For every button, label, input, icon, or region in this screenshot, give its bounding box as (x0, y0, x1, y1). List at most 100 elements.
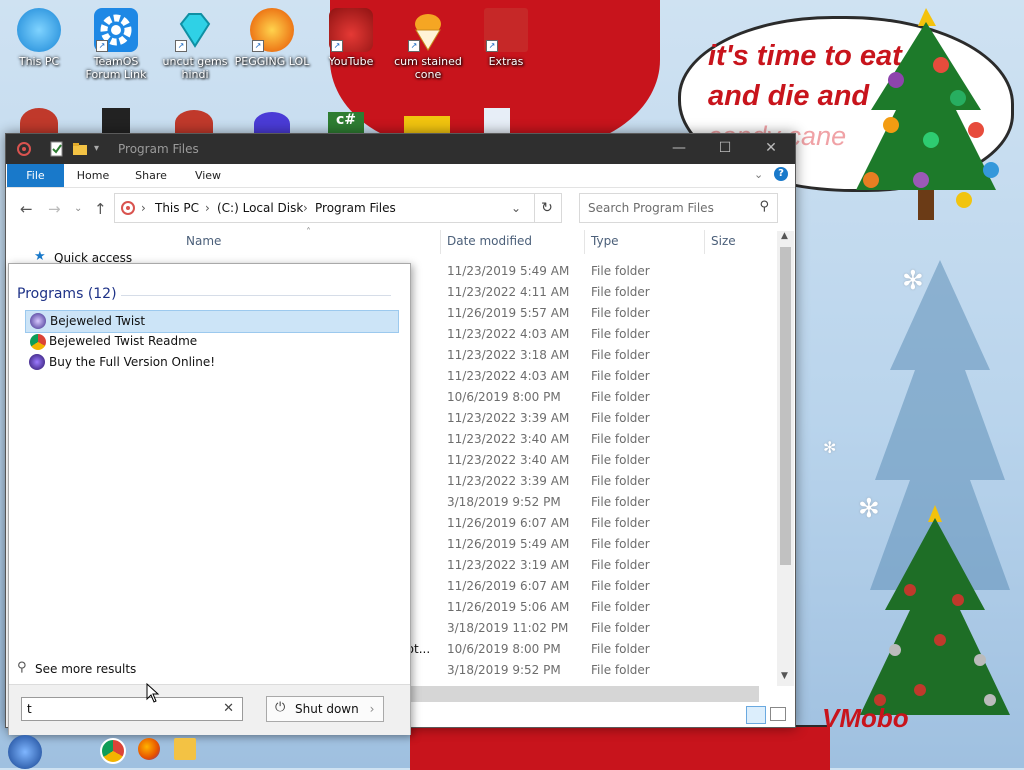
up-arrow-icon[interactable]: ↑ (94, 200, 107, 218)
shut-down-options-button[interactable]: › (361, 696, 384, 722)
row-date: 11/23/2022 3:39 AM (447, 474, 570, 488)
row-type: File folder (591, 306, 650, 320)
program-item-label: Bejeweled Twist (50, 314, 146, 328)
address-bar[interactable]: › This PC › (C:) Local Disk › Program Fi… (114, 193, 535, 223)
desktop-icon-youtube[interactable]: ↗ YouTube (312, 8, 390, 68)
scroll-down-arrow-icon[interactable]: ▼ (781, 671, 788, 681)
red-box-icon: ↗ (484, 8, 528, 52)
row-date: 3/18/2019 9:52 PM (447, 663, 561, 677)
title-bar[interactable]: ▾ Program Files — ☐ ✕ (6, 134, 795, 164)
address-dropdown-icon[interactable]: ⌄ (511, 201, 521, 215)
app-icon (16, 141, 32, 157)
minimize-button[interactable]: — (656, 134, 702, 164)
desktop-icon-partial[interactable] (102, 108, 130, 136)
breadcrumb-separator: › (205, 201, 210, 215)
breadcrumb-separator: › (303, 201, 308, 215)
desktop-icon-partial[interactable] (484, 108, 510, 136)
expand-ribbon-icon[interactable]: ⌄ (754, 168, 763, 181)
row-type: File folder (591, 432, 650, 446)
row-date: 3/18/2019 9:52 PM (447, 495, 561, 509)
wallpaper-corner-text: VMobo (822, 703, 909, 733)
tab-file[interactable]: File (7, 164, 64, 187)
start-orb-icon[interactable] (8, 735, 42, 769)
column-header-type[interactable]: Type (591, 234, 619, 248)
column-separator[interactable] (440, 230, 441, 254)
customize-toolbar-icon[interactable]: ▾ (94, 143, 110, 159)
shut-down-label: Shut down (295, 702, 359, 716)
start-search-input[interactable]: t ✕ (21, 697, 243, 721)
see-more-results-link[interactable]: See more results (35, 662, 136, 676)
window-title: Program Files (118, 142, 199, 156)
desktop-icon-label: uncut gems hindi (162, 55, 228, 81)
large-icons-view-icon[interactable] (770, 707, 786, 721)
properties-icon[interactable] (49, 141, 65, 157)
forward-arrow-icon[interactable]: → (48, 200, 61, 218)
search-box[interactable]: Search Program Files ⚲ (579, 193, 778, 223)
close-button[interactable]: ✕ (748, 134, 794, 164)
search-results: Programs (12) Bejeweled Twist Bejeweled … (9, 264, 410, 684)
row-type: File folder (591, 474, 650, 488)
help-icon[interactable]: ? (774, 167, 788, 181)
tab-home[interactable]: Home (72, 164, 114, 187)
desktop-icon-teamos[interactable]: ↗ TeamOS Forum Link (77, 8, 155, 81)
maximize-button[interactable]: ☐ (702, 134, 748, 164)
ribbon-tabs: File Home Share View ⌄ ? (6, 164, 795, 188)
firefox-icon[interactable] (138, 738, 160, 760)
search-placeholder: Search Program Files (588, 201, 714, 215)
desktop-icon-this-pc[interactable]: This PC (0, 8, 78, 68)
scrollbar-thumb[interactable] (780, 247, 791, 565)
desktop-icon-extras[interactable]: ↗ Extras (467, 8, 545, 68)
row-date: 11/23/2019 5:49 AM (447, 264, 570, 278)
row-type: File folder (591, 642, 650, 656)
chrome-icon[interactable] (100, 738, 126, 764)
tab-view[interactable]: View (188, 164, 228, 187)
refresh-button[interactable]: ↻ (533, 193, 562, 223)
breadcrumb-this-pc[interactable]: This PC (155, 201, 199, 215)
scroll-up-arrow-icon[interactable]: ▲ (781, 231, 788, 241)
shut-down-button[interactable]: ⏻ Shut down (266, 696, 363, 722)
sort-ascending-icon: ˄ (306, 227, 311, 238)
program-item-bejeweled-twist[interactable]: Bejeweled Twist (25, 310, 399, 333)
breadcrumb-local-disk[interactable]: (C:) Local Disk (217, 201, 303, 215)
desktop-icon-cum-stained-cone[interactable]: ↗ cum stained cone (389, 8, 467, 81)
details-view-icon[interactable] (746, 706, 766, 724)
row-type: File folder (591, 264, 650, 278)
monitor-icon (17, 8, 61, 52)
vertical-scrollbar[interactable]: ▲ ▼ (777, 231, 794, 686)
row-type: File folder (591, 390, 650, 404)
tab-share[interactable]: Share (130, 164, 172, 187)
program-item-bejeweled-readme[interactable]: Bejeweled Twist Readme (25, 331, 397, 352)
angry-bird-icon: ↗ (329, 8, 373, 52)
row-date: 11/26/2019 5:06 AM (447, 600, 570, 614)
search-query-text: t (27, 702, 32, 716)
program-item-buy-full-version[interactable]: Buy the Full Version Online! (25, 352, 397, 373)
row-date: 11/23/2022 3:40 AM (447, 453, 570, 467)
desktop-icon-label: This PC (18, 55, 60, 68)
horizontal-scrollbar[interactable] (411, 686, 759, 702)
column-header-date[interactable]: Date modified (447, 234, 532, 248)
row-type: File folder (591, 327, 650, 341)
back-arrow-icon[interactable]: ← (20, 200, 33, 218)
clear-search-icon[interactable]: ✕ (223, 701, 234, 716)
search-icon: ⚲ (17, 660, 27, 675)
start-menu-search-panel[interactable]: Programs (12) Bejeweled Twist Bejeweled … (8, 263, 411, 735)
breadcrumb-program-files[interactable]: Program Files (315, 201, 396, 215)
desktop-icon-label: TeamOS Forum Link (85, 55, 147, 81)
new-folder-icon[interactable] (72, 141, 88, 157)
row-type: File folder (591, 411, 650, 425)
row-type: File folder (591, 558, 650, 572)
column-separator[interactable] (704, 230, 705, 254)
row-date: 11/26/2019 5:57 AM (447, 306, 570, 320)
desktop-icon-uncut-gems[interactable]: ↗ uncut gems hindi (156, 8, 234, 81)
column-header-size[interactable]: Size (711, 234, 736, 248)
file-explorer-icon[interactable] (174, 738, 196, 760)
gear-icon: ↗ (94, 8, 138, 52)
row-type: File folder (591, 600, 650, 614)
start-menu-footer: t ✕ ⏻ Shut down › (9, 684, 410, 735)
column-separator[interactable] (584, 230, 585, 254)
desktop-icon-pegging-lol[interactable]: ↗ PEGGING LOL (233, 8, 311, 68)
row-date: 11/26/2019 5:49 AM (447, 537, 570, 551)
recent-locations-icon[interactable]: ⌄ (74, 203, 82, 214)
bejeweled-icon (30, 313, 46, 329)
column-header-name[interactable]: Name (186, 234, 221, 248)
